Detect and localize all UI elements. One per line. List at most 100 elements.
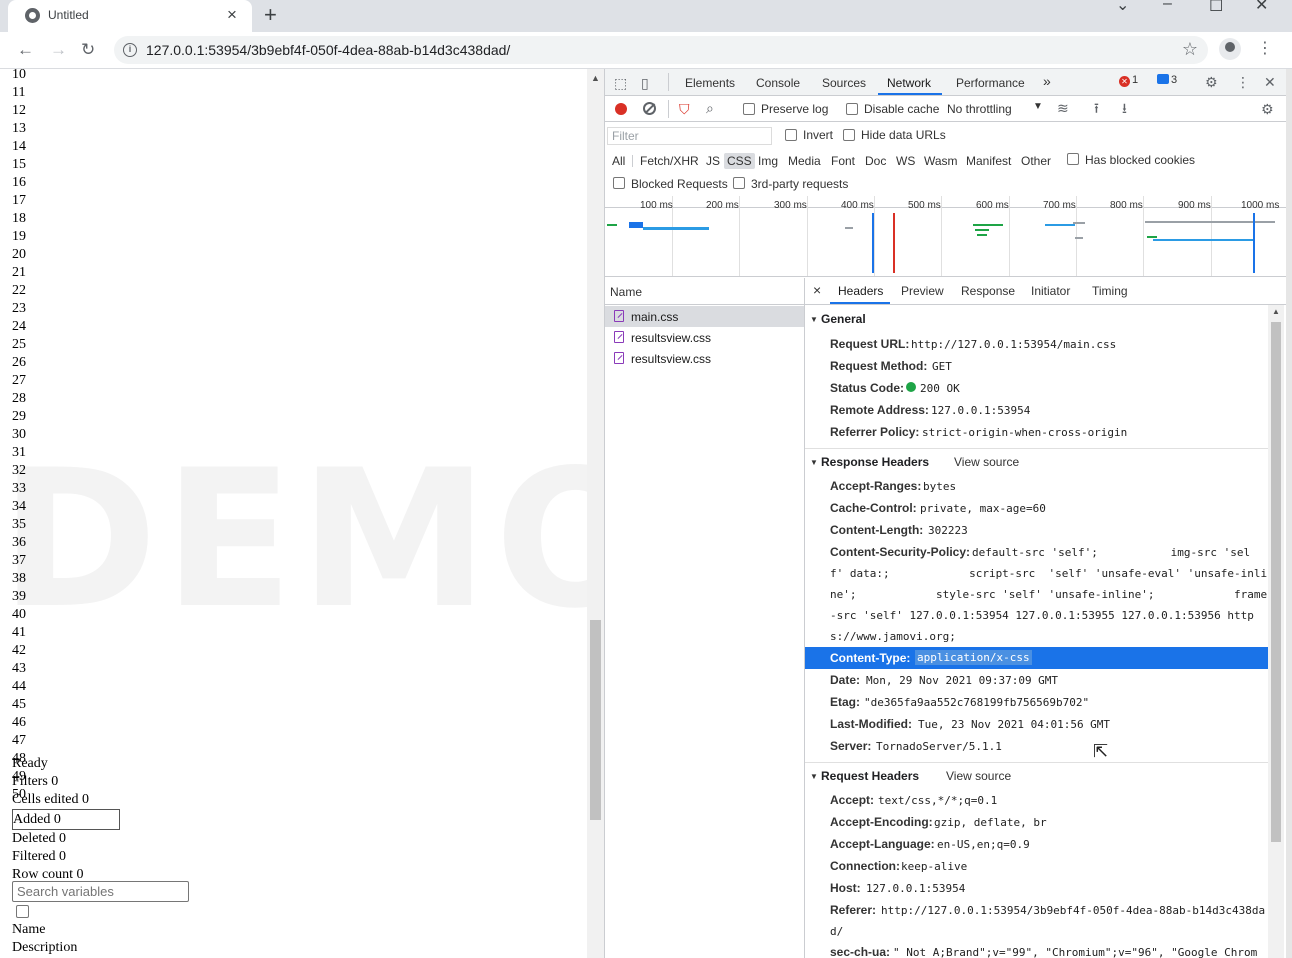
response-headers-title[interactable]: Response Headers xyxy=(821,455,929,469)
row-number: 44 xyxy=(12,679,26,694)
type-js[interactable]: JS xyxy=(703,153,723,169)
header-name: Content-Security-Policy: xyxy=(830,545,971,559)
device-toolbar-icon[interactable]: ▯ xyxy=(641,75,649,91)
has-blocked-cookies-label: Has blocked cookies xyxy=(1085,153,1196,167)
type-media[interactable]: Media xyxy=(785,153,824,169)
select-all-checkbox[interactable] xyxy=(16,905,29,918)
tab-network[interactable]: Network xyxy=(887,76,931,90)
request-row[interactable]: resultsview.css xyxy=(605,327,804,348)
scroll-up-icon[interactable]: ▲ xyxy=(591,73,600,83)
chevron-down-icon[interactable]: ▼ xyxy=(1033,101,1043,112)
has-blocked-cookies-checkbox[interactable] xyxy=(1067,153,1079,165)
type-img[interactable]: Img xyxy=(755,153,781,169)
status-filters: Filters 0 xyxy=(12,774,59,789)
name-column-header[interactable]: Name xyxy=(605,278,804,305)
tab-elements[interactable]: Elements xyxy=(685,76,735,90)
selected-header-row[interactable]: Content-Type: application/x-css xyxy=(805,647,1268,669)
profile-avatar-icon[interactable] xyxy=(1219,38,1241,60)
header-value: private, max-age=60 xyxy=(920,502,1046,515)
clear-icon[interactable] xyxy=(643,102,656,115)
scroll-up-icon[interactable]: ▲ xyxy=(1272,307,1280,316)
type-wasm[interactable]: Wasm xyxy=(921,153,961,169)
address-bar[interactable]: i 127.0.0.1:53954/3b9ebf4f-050f-4dea-88a… xyxy=(114,36,1208,64)
tab-response[interactable]: Response xyxy=(961,284,1015,298)
general-section-title[interactable]: General xyxy=(821,312,866,326)
close-tab-icon[interactable]: × xyxy=(227,5,237,25)
close-detail-icon[interactable]: × xyxy=(813,282,821,298)
filter-funnel-icon[interactable]: ⛉ xyxy=(679,101,690,117)
inspect-element-icon[interactable]: ⬚ xyxy=(614,75,627,91)
throttling-select[interactable]: No throttling xyxy=(947,102,1012,116)
request-name: main.css xyxy=(631,310,679,324)
row-number: 40 xyxy=(12,607,26,622)
search-variables-input[interactable]: Search variables xyxy=(12,881,189,902)
new-tab-button[interactable]: + xyxy=(264,3,277,27)
request-headers-title[interactable]: Request Headers xyxy=(821,769,919,783)
row-number: 27 xyxy=(12,373,26,388)
invert-checkbox[interactable] xyxy=(785,129,797,141)
reload-icon[interactable]: ↻ xyxy=(81,39,95,61)
type-doc[interactable]: Doc xyxy=(862,153,889,169)
filter-input[interactable]: Filter xyxy=(607,127,772,145)
settings-gear-icon[interactable]: ⚙ xyxy=(1205,74,1218,90)
expand-triangle-icon[interactable]: ▼ xyxy=(810,315,818,324)
import-har-icon[interactable]: ⭱ xyxy=(1094,100,1099,116)
network-settings-gear-icon[interactable]: ⚙ xyxy=(1261,101,1274,117)
error-count-badge[interactable]: ✕ 1 xyxy=(1119,74,1149,90)
disable-cache-checkbox[interactable] xyxy=(846,103,858,115)
type-fetch-xhr[interactable]: Fetch/XHR xyxy=(637,153,702,169)
tab-sources[interactable]: Sources xyxy=(822,76,866,90)
type-manifest[interactable]: Manifest xyxy=(963,153,1014,169)
row-number: 42 xyxy=(12,643,26,658)
request-row[interactable]: main.css xyxy=(605,306,804,327)
tab-search-icon[interactable]: ⌄ xyxy=(1116,0,1129,16)
request-name: resultsview.css xyxy=(631,331,712,345)
row-number: 47 xyxy=(12,733,26,748)
record-icon[interactable] xyxy=(615,103,627,115)
expand-triangle-icon[interactable]: ▼ xyxy=(810,772,818,781)
request-row[interactable]: resultsview.css xyxy=(605,348,804,369)
status-deleted: Deleted 0 xyxy=(12,831,67,846)
browser-menu-icon[interactable]: ⋮ xyxy=(1257,38,1273,60)
network-conditions-icon[interactable]: ≋ xyxy=(1057,100,1069,116)
scrollbar-thumb[interactable] xyxy=(590,620,601,820)
message-count-badge[interactable]: 3 xyxy=(1157,74,1187,90)
header-value: gzip, deflate, br xyxy=(934,816,1047,829)
browser-tab[interactable]: Untitled × xyxy=(8,0,252,32)
more-tabs-icon[interactable]: » xyxy=(1043,73,1051,89)
tab-initiator[interactable]: Initiator xyxy=(1031,284,1070,298)
minimize-icon[interactable]: – xyxy=(1163,0,1172,14)
type-other[interactable]: Other xyxy=(1018,153,1054,169)
bookmark-star-icon[interactable]: ☆ xyxy=(1182,39,1198,60)
preserve-log-checkbox[interactable] xyxy=(743,103,755,115)
devtools-menu-icon[interactable]: ⋮ xyxy=(1236,74,1250,90)
type-all[interactable]: All xyxy=(609,153,628,169)
blocked-requests-checkbox[interactable] xyxy=(613,177,625,189)
expand-triangle-icon[interactable]: ▼ xyxy=(810,458,818,467)
tab-headers[interactable]: Headers xyxy=(838,284,883,298)
tab-timing[interactable]: Timing xyxy=(1092,284,1128,298)
search-icon[interactable]: ⌕ xyxy=(706,100,714,116)
close-devtools-icon[interactable]: ✕ xyxy=(1264,74,1276,90)
tab-performance[interactable]: Performance xyxy=(956,76,1025,90)
third-party-checkbox[interactable] xyxy=(733,177,745,189)
forward-arrow-icon[interactable]: → xyxy=(50,39,67,61)
export-har-icon[interactable]: ⭳ xyxy=(1122,100,1127,116)
window-close-icon[interactable]: ✕ xyxy=(1255,0,1268,16)
view-source-link[interactable]: View source xyxy=(954,455,1019,469)
scrollbar-thumb[interactable] xyxy=(1271,322,1281,842)
type-ws[interactable]: WS xyxy=(893,153,918,169)
tab-console[interactable]: Console xyxy=(756,76,800,90)
back-arrow-icon[interactable]: ← xyxy=(17,39,34,61)
type-font[interactable]: Font xyxy=(828,153,858,169)
url-text[interactable]: 127.0.0.1:53954/3b9ebf4f-050f-4dea-88ab-… xyxy=(146,42,510,58)
maximize-icon[interactable]: ☐ xyxy=(1209,0,1223,17)
header-value: strict-origin-when-cross-origin xyxy=(922,426,1128,439)
type-css[interactable]: CSS xyxy=(724,153,755,169)
hide-data-urls-checkbox[interactable] xyxy=(843,129,855,141)
site-info-icon[interactable]: i xyxy=(123,43,137,57)
tab-preview[interactable]: Preview xyxy=(901,284,944,298)
headers-scrollbar[interactable]: ▲ xyxy=(1268,305,1284,958)
view-source-link[interactable]: View source xyxy=(946,769,1011,783)
page-scrollbar[interactable]: ▲ xyxy=(587,69,604,958)
